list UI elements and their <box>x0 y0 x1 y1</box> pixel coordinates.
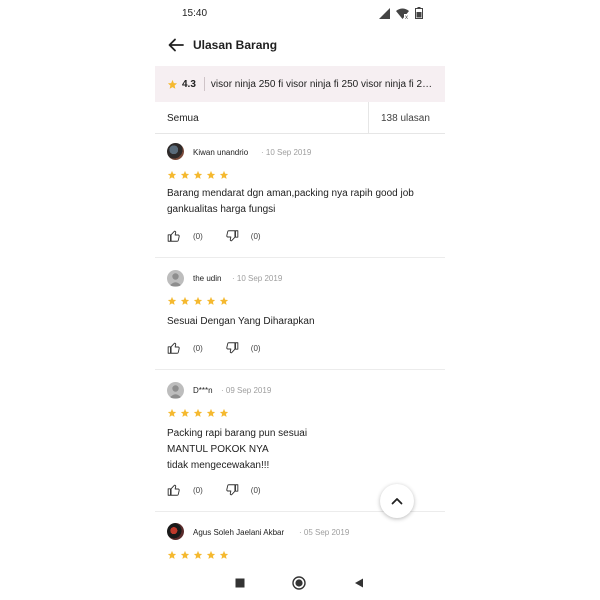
filter-all-button[interactable]: Semua <box>155 102 369 134</box>
review-text: Barang mendarat dgn aman,packing nya rap… <box>167 188 414 215</box>
review-text: Packing rapi barang pun sesuai MANTUL PO… <box>167 428 308 471</box>
reviewer-name: D***n <box>193 386 213 395</box>
reviewer-name: Kiwan unandrio <box>193 148 249 157</box>
star-icon <box>180 170 190 179</box>
thumb-down-icon[interactable] <box>225 483 239 497</box>
product-name: visor ninja 250 fi visor ninja fi 250 vi… <box>210 78 437 90</box>
reviewer-name: the udin <box>193 274 222 283</box>
status-bar: 15:40 x <box>155 0 445 26</box>
page-title: Ulasan Barang <box>193 38 278 52</box>
star-icon <box>206 170 216 179</box>
star-icon <box>193 408 203 417</box>
svg-text:x: x <box>405 15 408 19</box>
star-icon <box>167 170 177 179</box>
user-icon <box>169 385 182 398</box>
chevron-up-icon <box>391 498 403 505</box>
star-icon <box>180 550 190 559</box>
circle-icon[interactable] <box>292 576 306 590</box>
dislike-count: (0) <box>250 485 261 495</box>
star-icon <box>206 550 216 559</box>
review-date: · 10 Sep 2019 <box>261 148 312 157</box>
avatar[interactable] <box>167 382 184 399</box>
divider <box>203 77 205 91</box>
review-date: · 05 Sep 2019 <box>299 528 350 537</box>
review-count: 138 ulasan <box>381 113 430 124</box>
wifi-icon: x <box>396 8 409 19</box>
rating-stars <box>167 296 229 306</box>
review-filter-bar: Semua 138 ulasan <box>155 102 445 134</box>
like-count: (0) <box>193 231 203 241</box>
review-item: Agus Soleh Jaelani Akbar · 05 Sep 2019 <box>155 512 445 568</box>
star-icon <box>167 296 177 305</box>
signal-icon <box>379 7 390 19</box>
rating-stars <box>167 170 229 180</box>
star-icon <box>219 296 229 305</box>
star-icon <box>219 170 229 179</box>
avatar[interactable] <box>167 523 184 540</box>
scroll-top-button[interactable] <box>380 484 414 518</box>
star-icon <box>219 550 229 559</box>
review-item: Kiwan unandrio · 10 Sep 2019 Barang mend… <box>155 134 445 258</box>
system-nav-bar <box>155 568 445 600</box>
star-icon <box>167 79 178 89</box>
like-count: (0) <box>193 343 203 353</box>
rating-stars <box>167 550 229 560</box>
avatar[interactable] <box>167 143 184 160</box>
triangle-back-icon[interactable] <box>352 576 366 590</box>
review-actions: (0) (0) <box>167 483 261 497</box>
arrow-left-icon[interactable] <box>167 36 185 54</box>
star-icon <box>167 408 177 417</box>
user-icon <box>169 273 182 286</box>
star-icon <box>180 296 190 305</box>
review-actions: (0) (0) <box>167 229 261 243</box>
star-icon <box>193 296 203 305</box>
product-summary[interactable]: 4.3 visor ninja 250 fi visor ninja fi 25… <box>155 66 445 102</box>
like-count: (0) <box>193 485 203 495</box>
star-icon <box>193 170 203 179</box>
thumb-down-icon[interactable] <box>225 341 239 355</box>
star-icon <box>219 408 229 417</box>
app-screen: 15:40 x Ulasan Barang 4.3 visor ninja 25… <box>155 0 445 600</box>
status-time: 15:40 <box>182 8 208 19</box>
review-item: the udin · 10 Sep 2019 Sesuai Dengan Yan… <box>155 258 445 370</box>
thumb-up-icon[interactable] <box>167 229 181 243</box>
avatar[interactable] <box>167 270 184 287</box>
review-date: · 09 Sep 2019 <box>221 386 272 395</box>
star-icon <box>206 408 216 417</box>
dislike-count: (0) <box>250 343 261 353</box>
thumb-down-icon[interactable] <box>225 229 239 243</box>
reviewer-name: Agus Soleh Jaelani Akbar <box>193 528 285 537</box>
app-header: Ulasan Barang <box>155 30 445 60</box>
battery-icon <box>415 7 423 19</box>
star-icon <box>167 550 177 559</box>
review-text: Sesuai Dengan Yang Diharapkan <box>167 316 315 327</box>
star-icon <box>193 550 203 559</box>
status-icons: x <box>379 7 423 19</box>
product-rating: 4.3 <box>182 78 196 90</box>
rating-stars <box>167 408 229 418</box>
review-date: · 10 Sep 2019 <box>232 274 283 283</box>
square-icon[interactable] <box>233 576 247 590</box>
thumb-up-icon[interactable] <box>167 341 181 355</box>
review-actions: (0) (0) <box>167 341 261 355</box>
star-icon <box>180 408 190 417</box>
thumb-up-icon[interactable] <box>167 483 181 497</box>
dislike-count: (0) <box>250 231 261 241</box>
star-icon <box>206 296 216 305</box>
